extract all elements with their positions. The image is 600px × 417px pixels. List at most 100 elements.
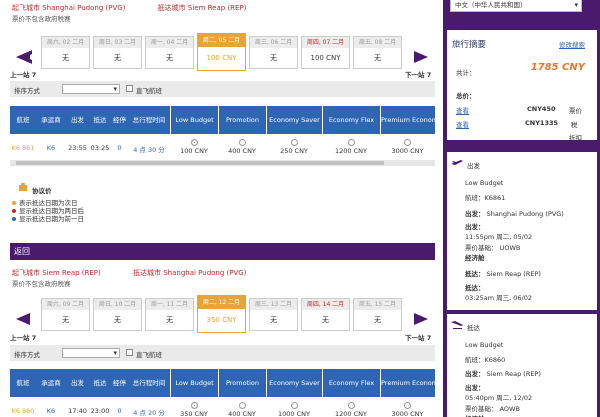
legend-item: 显示抵达日期为两日后: [12, 207, 84, 215]
date-cell[interactable]: 周日, 10 二月无: [93, 298, 142, 331]
outbound-tax-note: 票价不包含政府税赛: [12, 15, 71, 23]
outbound-table-header: 航班 承运商 出发 抵达 经停 总行程时间 Low Budget Promotion Econo…: [10, 106, 435, 134]
fare-radio[interactable]: [238, 139, 246, 146]
inbound-table-header: 航班 承运商 出发 抵达 经停 总行程时间 Low Budget Promotion Econo…: [10, 369, 435, 397]
fare-radio[interactable]: [238, 402, 246, 409]
plane-departure-icon: [451, 160, 463, 165]
column-header[interactable]: 承运商: [36, 369, 66, 397]
fare-price: 400 CNY: [228, 410, 256, 417]
fare-column-header[interactable]: Low Budget: [170, 369, 218, 397]
fare-price: 1000 CNY: [278, 410, 310, 417]
direct-flight-label: 直飞航班: [136, 351, 162, 359]
column-header[interactable]: 抵达: [89, 369, 111, 397]
fare-radio[interactable]: [290, 139, 298, 146]
fare-column-header[interactable]: Economy Saver: [266, 106, 322, 134]
column-header[interactable]: 承运商: [36, 106, 66, 134]
column-header[interactable]: 抵达: [89, 106, 111, 134]
date-cell[interactable]: 周二, 12 二月 350 CNY: [197, 295, 246, 333]
date-cell-heading: 周二, 12 二月: [198, 296, 245, 309]
fare-column-header[interactable]: Low Budget: [170, 106, 218, 134]
fare-price: 3000 CNY: [391, 147, 424, 155]
date-cell[interactable]: 周五, 15 二月无: [353, 298, 402, 331]
fare-option[interactable]: 1200 CNY: [322, 139, 380, 155]
date-cell-heading: 周六, 02 二月: [42, 37, 89, 48]
scroll-thumb[interactable]: [16, 161, 384, 165]
fare-column-header[interactable]: Promotion: [218, 369, 266, 397]
date-cell-heading: 周一, 04 二月: [146, 37, 193, 48]
fare-option[interactable]: 1200 CNY: [322, 402, 380, 417]
date-cell[interactable]: 周日, 03 二月无: [93, 36, 142, 69]
column-header[interactable]: 经停: [111, 369, 128, 397]
column-header[interactable]: 总行程时间: [128, 106, 170, 134]
direct-flight-checkbox[interactable]: [126, 349, 133, 356]
fare-radio[interactable]: [347, 139, 355, 146]
fare-price: 250 CNY: [280, 147, 308, 155]
fare-option[interactable]: 350 CNY: [170, 402, 218, 417]
carrier: K6: [46, 144, 56, 152]
sort-select[interactable]: [62, 84, 120, 94]
date-cell[interactable]: 周六, 09 二月无: [41, 298, 90, 331]
date-cell[interactable]: 周二, 05 二月 100 CNY: [197, 33, 246, 71]
depart-summary-panel: 出发 Low Budget 航班：K6861 出发： Shanghai Pudo…: [447, 152, 597, 310]
fare-column-header[interactable]: Economy Flex: [322, 106, 380, 134]
date-cell[interactable]: 周四, 14 二月无: [301, 298, 350, 331]
outbound-scrollbar[interactable]: [10, 160, 435, 166]
date-cell[interactable]: 周一, 11 二月无: [145, 298, 194, 331]
column-header[interactable]: 出发: [66, 106, 89, 134]
fare-option[interactable]: 250 CNY: [266, 139, 322, 155]
inbound-flight-row[interactable]: K6 860 K6 17:40 23:00 0 4 点 20 分 350 CNY 400 CN…: [10, 397, 435, 417]
view-fare-link[interactable]: 查看: [456, 105, 469, 115]
inbound-sort-bar: 排序方式 直飞航班: [10, 345, 435, 361]
fare-column-header[interactable]: Economy Flex: [322, 369, 380, 397]
date-cell[interactable]: 周六, 02 二月无: [41, 36, 90, 69]
date-cell-heading: 周五, 15 二月: [354, 299, 401, 310]
language-select[interactable]: 中文（中华人民共和国）: [450, 0, 582, 12]
sort-select[interactable]: [62, 348, 120, 358]
column-header[interactable]: 航班: [10, 106, 36, 134]
fare-column-header[interactable]: Promotion: [218, 106, 266, 134]
fare-option[interactable]: 3000 CNY: [380, 402, 435, 417]
date-cell-heading: 周日, 10 二月: [94, 299, 141, 310]
fare-option[interactable]: 100 CNY: [170, 139, 218, 155]
column-header[interactable]: 航班: [10, 369, 36, 397]
legend-text: 表示抵达日期为次日: [19, 199, 78, 207]
fare-option[interactable]: 1000 CNY: [266, 402, 322, 417]
fare-option[interactable]: 400 CNY: [218, 139, 266, 155]
fare-radio[interactable]: [190, 139, 198, 146]
total-value: 1785 CNY: [530, 62, 585, 73]
fare-column-header[interactable]: Economy Saver: [266, 369, 322, 397]
date-cell[interactable]: 周四, 07 二月 100 CNY: [301, 36, 350, 69]
sort-label: 排序方式: [14, 351, 40, 359]
fare-radio[interactable]: [404, 139, 411, 146]
direct-flight-checkbox[interactable]: [126, 85, 133, 92]
fare-option[interactable]: 3000 CNY: [380, 139, 435, 155]
fare-radio[interactable]: [347, 402, 355, 409]
view-tax-link[interactable]: 查看: [456, 119, 469, 129]
outbound-sort-bar: 排序方式 直飞航班: [10, 81, 435, 97]
arrive-flight: 航班：K6860: [465, 356, 506, 364]
depart-fare: Low Budget: [465, 179, 504, 187]
fare-column-header[interactable]: Premium Econom: [380, 369, 435, 397]
date-cell-heading: 周三, 06 二月: [250, 37, 297, 48]
fare-column-header[interactable]: Premium Econom: [380, 106, 435, 134]
column-header[interactable]: 出发: [66, 369, 89, 397]
date-cell[interactable]: 周一, 04 二月无: [145, 36, 194, 69]
date-cell[interactable]: 周三, 13 二月无: [249, 298, 298, 331]
date-cell-price: 无: [62, 54, 69, 62]
fare-radio[interactable]: [404, 402, 411, 409]
date-cell[interactable]: 周五, 08 二月无: [353, 36, 402, 69]
arrive-time: 03:25: [90, 144, 110, 152]
column-header[interactable]: 总行程时间: [128, 369, 170, 397]
column-header[interactable]: 经停: [111, 106, 128, 134]
modify-search-link[interactable]: 修改搜索: [559, 39, 585, 49]
inbound-route: 起飞城市 Siem Reap (REP) 抵达城市 Shanghai Pudon…: [12, 268, 276, 278]
fare-price: 1200 CNY: [335, 410, 367, 417]
arrive-section-title: 抵达: [467, 324, 480, 332]
legend-text: 显示抵达日期为前一日: [19, 215, 84, 223]
arrive-fare: Low Budget: [465, 341, 504, 349]
legend-title: 协议价: [32, 187, 52, 195]
fare-option[interactable]: 400 CNY: [218, 402, 266, 417]
date-cell[interactable]: 周三, 06 二月无: [249, 36, 298, 69]
fare-radio[interactable]: [190, 402, 198, 409]
fare-radio[interactable]: [290, 402, 298, 409]
